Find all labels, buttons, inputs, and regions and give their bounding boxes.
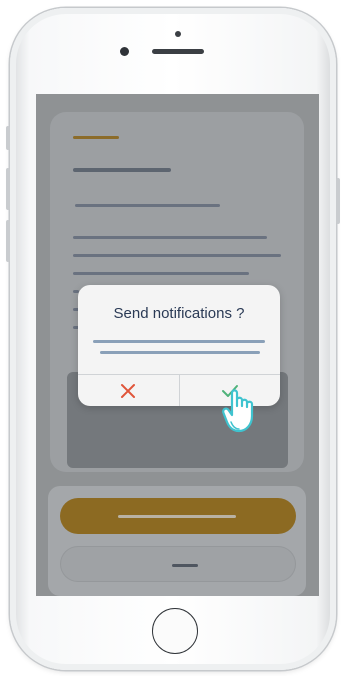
dialog-message-line: [100, 351, 260, 354]
button-label-placeholder: [118, 515, 236, 518]
power-button: [336, 178, 340, 224]
text-placeholder-line: [73, 272, 249, 275]
front-camera: [120, 47, 129, 56]
secondary-action-button[interactable]: [60, 546, 296, 582]
proximity-sensor: [175, 31, 181, 37]
volume-down-button: [6, 220, 10, 262]
home-button[interactable]: [152, 608, 198, 654]
title-placeholder-line: [73, 168, 171, 172]
dialog-message-line: [93, 340, 265, 343]
primary-action-button[interactable]: [60, 498, 296, 534]
volume-up-button: [6, 168, 10, 210]
text-placeholder-line: [73, 254, 281, 257]
accent-line: [73, 136, 119, 139]
mute-switch: [6, 126, 10, 150]
dialog-title: Send notifications ?: [113, 305, 245, 322]
button-label-placeholder: [172, 564, 198, 567]
cancel-button[interactable]: [78, 375, 180, 406]
subtitle-placeholder-line: [75, 204, 220, 207]
hand-pointer-icon: [222, 389, 254, 433]
text-placeholder-line: [73, 236, 267, 239]
earpiece-speaker: [152, 49, 204, 54]
close-icon: [121, 384, 136, 398]
